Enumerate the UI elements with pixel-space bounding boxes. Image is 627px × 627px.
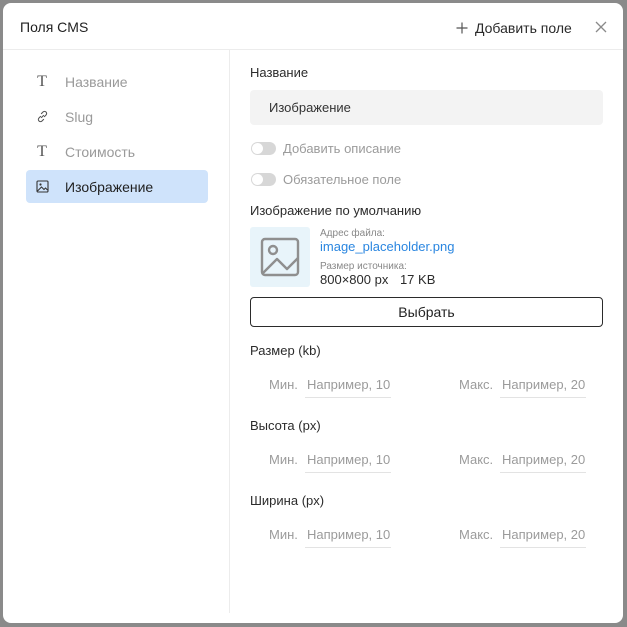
range-row-height: Мин. Макс. — [250, 446, 603, 474]
dialog-title: Поля CMS — [20, 19, 89, 35]
sidebar-item-label: Slug — [65, 108, 94, 125]
height-min-input[interactable] — [305, 446, 391, 473]
plus-icon — [456, 22, 468, 34]
name-label: Название — [250, 65, 309, 80]
file-address-label: Адрес файла: — [320, 228, 385, 239]
text-icon: T — [37, 142, 47, 160]
description-toggle-label: Добавить описание — [283, 141, 401, 156]
range-label-size: Размер (kb) — [250, 343, 321, 358]
sidebar-item-image[interactable]: Изображение — [26, 170, 208, 203]
cms-fields-dialog: Поля CMS Добавить поле T Название Slug T… — [3, 3, 623, 623]
image-placeholder-icon — [260, 237, 300, 277]
image-thumbnail — [250, 227, 310, 287]
min-label: Мин. — [269, 452, 298, 467]
max-label: Макс. — [459, 377, 494, 392]
source-size-label: Размер источника: — [320, 261, 407, 272]
height-max-input[interactable] — [500, 446, 586, 473]
required-toggle-row: Обязательное поле — [251, 172, 401, 187]
range-label-width: Ширина (px) — [250, 493, 325, 508]
min-label: Мин. — [269, 377, 298, 392]
range-label-height: Высота (px) — [250, 418, 321, 433]
sidebar-item-label: Изображение — [65, 178, 154, 195]
default-image-label: Изображение по умолчанию — [250, 203, 422, 218]
sidebar-item-name[interactable]: T Название — [26, 65, 208, 98]
source-size-value: 800×800 px 17 KB — [320, 272, 435, 287]
add-field-label: Добавить поле — [475, 20, 572, 36]
size-min-input[interactable] — [305, 371, 391, 398]
source-dimensions: 800×800 px — [320, 272, 389, 287]
add-field-button[interactable]: Добавить поле — [456, 18, 572, 38]
range-row-size: Мин. Макс. — [250, 371, 603, 399]
range-row-width: Мин. Макс. — [250, 521, 603, 549]
text-icon: T — [37, 72, 47, 90]
source-filesize: 17 KB — [399, 272, 436, 287]
dialog-header: Поля CMS Добавить поле — [3, 3, 623, 50]
sidebar-item-label: Стоимость — [65, 143, 136, 160]
sidebar-item-price[interactable]: T Стоимость — [26, 135, 208, 168]
required-toggle-label: Обязательное поле — [283, 172, 402, 187]
required-toggle[interactable] — [251, 173, 276, 186]
choose-image-button[interactable]: Выбрать — [250, 297, 603, 327]
description-toggle-row: Добавить описание — [251, 141, 401, 156]
name-field[interactable] — [250, 90, 603, 125]
description-toggle[interactable] — [251, 142, 276, 155]
min-label: Мин. — [269, 527, 298, 542]
sidebar-item-slug[interactable]: Slug — [26, 100, 208, 133]
image-icon — [35, 180, 49, 194]
width-max-input[interactable] — [500, 521, 586, 548]
fields-sidebar: T Название Slug T Стоимость Изображение — [3, 50, 230, 613]
max-label: Макс. — [459, 527, 494, 542]
sidebar-item-label: Название — [65, 73, 128, 90]
width-min-input[interactable] — [305, 521, 391, 548]
link-icon — [35, 110, 49, 124]
max-label: Макс. — [459, 452, 494, 467]
size-max-input[interactable] — [500, 371, 586, 398]
close-icon[interactable] — [594, 20, 608, 34]
file-name-link[interactable]: image_placeholder.png — [320, 239, 454, 254]
